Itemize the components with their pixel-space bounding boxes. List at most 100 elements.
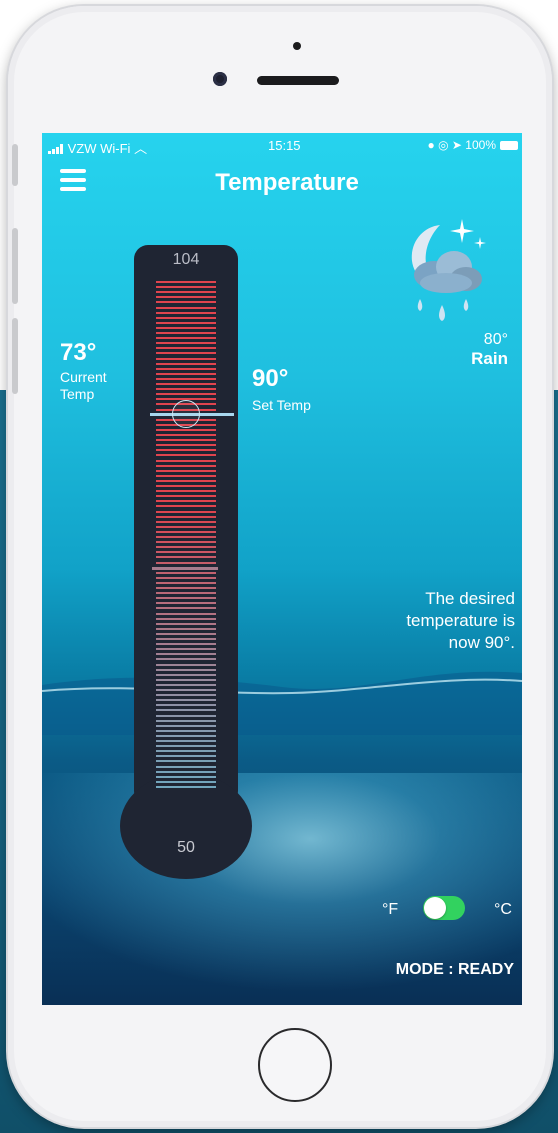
- scale-tick: [156, 668, 216, 671]
- scale-tick: [156, 714, 216, 717]
- scale-tick: [156, 653, 216, 656]
- scale-tick: [156, 444, 216, 447]
- scale-tick: [156, 724, 216, 727]
- volume-down-button: [12, 318, 18, 394]
- scale-tick: [156, 479, 216, 482]
- battery-percent: 100%: [465, 138, 496, 152]
- scale-tick: [156, 546, 216, 549]
- weather-temperature: 80°: [483, 331, 508, 348]
- scale-tick: [156, 694, 216, 697]
- scale-tick: [156, 367, 216, 370]
- scale-tick: [156, 627, 216, 630]
- scale-tick: [156, 673, 216, 676]
- set-temp-slider-knob[interactable]: [172, 400, 200, 428]
- front-camera: [213, 72, 227, 86]
- scale-tick: [156, 286, 216, 289]
- scale-tick: [156, 648, 216, 651]
- thermometer-min-label: 50: [177, 839, 195, 856]
- current-temp-marker: [152, 567, 218, 570]
- scale-tick: [156, 683, 216, 686]
- scale-tick: [156, 495, 216, 498]
- scale-tick: [156, 745, 216, 748]
- scale-tick: [156, 587, 216, 589]
- scale-tick: [156, 372, 216, 375]
- set-temp-value: 90°: [252, 365, 289, 392]
- water-background: [42, 773, 522, 993]
- weather-condition: Rain: [471, 349, 508, 368]
- location-icon: ➤: [451, 138, 462, 152]
- scale-tick: [156, 291, 216, 294]
- scale-tick: [156, 449, 216, 452]
- scale-tick: [156, 602, 216, 605]
- mode-status: MODE : READY: [395, 961, 514, 978]
- battery-icon: [500, 141, 518, 150]
- scale-tick: [156, 510, 216, 513]
- scale-tick: [156, 520, 216, 523]
- thermometer-max-label: 104: [172, 251, 200, 268]
- scale-tick: [156, 362, 216, 365]
- status-bar: VZW Wi-Fi ︿ 15:15 ● ◎ ➤ 100%: [42, 133, 522, 157]
- scale-tick: [156, 383, 216, 385]
- scale-tick: [156, 393, 216, 396]
- app-screen: VZW Wi-Fi ︿ 15:15 ● ◎ ➤ 100% Temperature…: [42, 133, 522, 1005]
- scale-tick: [156, 525, 216, 528]
- scale-tick: [156, 556, 216, 559]
- alarm-icon: ◎: [438, 138, 449, 152]
- thermometer: 104 50: [120, 245, 254, 881]
- scale-tick: [156, 663, 216, 666]
- scale-tick: [156, 490, 216, 493]
- scale-tick: [156, 439, 216, 442]
- page-title: Temperature: [215, 169, 359, 196]
- proximity-sensor: [293, 42, 301, 50]
- scale-tick: [156, 576, 216, 579]
- scale-tick: [156, 347, 216, 350]
- scale-tick: [156, 536, 216, 538]
- scale-tick: [156, 740, 216, 742]
- scale-tick: [156, 760, 216, 763]
- scale-tick: [156, 750, 216, 753]
- home-button[interactable]: [258, 1028, 332, 1102]
- scale-tick: [156, 352, 216, 355]
- scale-tick: [156, 632, 216, 635]
- scale-tick: [156, 704, 216, 707]
- mute-switch: [12, 144, 18, 186]
- scale-tick: [156, 434, 216, 436]
- scale-tick: [156, 311, 216, 314]
- thermometer-scale: [156, 281, 216, 791]
- scale-tick: [156, 281, 216, 283]
- current-temp-value: 73°: [60, 339, 97, 366]
- scale-tick: [156, 785, 216, 788]
- scale-tick: [156, 342, 216, 345]
- scale-tick: [156, 597, 216, 600]
- scale-tick: [156, 316, 216, 319]
- carrier-label: VZW Wi-Fi: [67, 141, 131, 156]
- status-time: 15:15: [268, 138, 301, 153]
- scale-tick: [156, 734, 216, 737]
- scale-tick: [156, 612, 216, 615]
- scale-tick: [156, 515, 216, 518]
- scale-tick: [156, 658, 216, 661]
- scale-tick: [156, 678, 216, 681]
- scale-tick: [156, 551, 216, 554]
- unit-toggle[interactable]: [423, 896, 465, 920]
- scale-tick: [156, 592, 216, 595]
- scale-tick: [156, 357, 216, 360]
- unit-toggle-knob: [424, 897, 446, 919]
- scale-tick: [156, 622, 216, 625]
- wifi-icon: ︿: [134, 141, 148, 156]
- scale-tick: [156, 561, 216, 564]
- scale-tick: [156, 296, 216, 299]
- water-wave: [42, 671, 522, 735]
- scale-tick: [156, 321, 216, 324]
- scale-tick: [156, 638, 216, 640]
- scale-tick: [156, 699, 216, 702]
- scale-tick: [156, 332, 216, 334]
- fahrenheit-label: °F: [382, 901, 399, 918]
- status-carrier: VZW Wi-Fi ︿: [48, 138, 147, 157]
- status-right: ● ◎ ➤ 100%: [427, 138, 496, 152]
- scale-tick: [156, 428, 216, 431]
- scale-tick: [156, 301, 216, 304]
- scale-tick: [156, 388, 216, 391]
- scale-tick: [156, 500, 216, 503]
- scale-tick: [156, 780, 216, 783]
